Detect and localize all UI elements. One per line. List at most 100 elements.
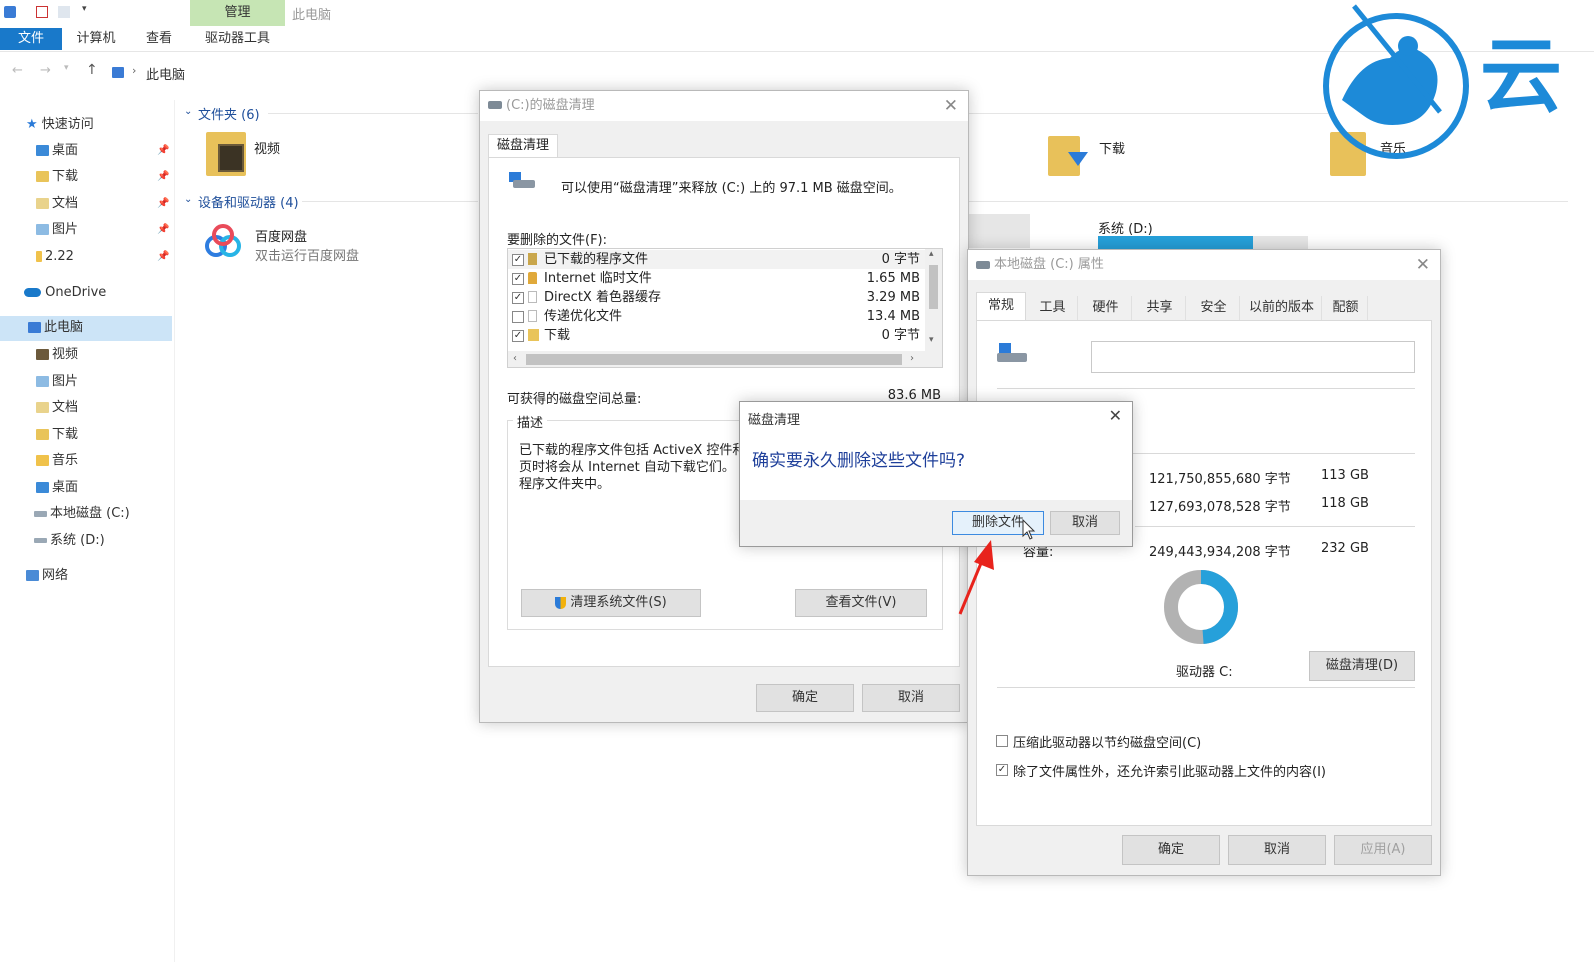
ok-button[interactable]: 确定 — [1122, 835, 1220, 865]
nav-pc-pictures[interactable]: 图片 — [36, 370, 78, 394]
computer-icon[interactable] — [4, 6, 16, 18]
up-icon[interactable]: ↑ — [86, 62, 98, 78]
close-icon[interactable]: ✕ — [1109, 406, 1122, 425]
cancel-button[interactable]: 取消 — [862, 684, 960, 712]
ok-button[interactable]: 确定 — [756, 684, 854, 712]
nav-this-pc[interactable]: 此电脑 — [28, 316, 83, 340]
nav-label: 下载 — [52, 427, 79, 442]
nav-item-222[interactable]: 2.22 — [36, 245, 74, 269]
drive-name-input[interactable] — [1091, 341, 1415, 373]
pin-icon[interactable]: 📌 — [157, 198, 169, 209]
chevron-up-icon[interactable]: ▴ — [929, 249, 934, 259]
nav-label: 图片 — [52, 222, 79, 237]
checkbox[interactable] — [512, 311, 524, 323]
file-name[interactable]: DirectX 着色器缓存 — [544, 288, 661, 307]
tab-sharing[interactable]: 共享 — [1134, 296, 1186, 320]
file-name[interactable]: 传递优化文件 — [544, 307, 622, 326]
dialog-title[interactable]: 磁盘清理 — [748, 409, 800, 428]
file-name[interactable]: Internet 临时文件 — [544, 269, 652, 288]
nav-pc-drive-d[interactable]: 系统 (D:) — [34, 529, 105, 553]
navigation-pane: ★ 快速访问 桌面 📌 下载 📌 文档 📌 图片 📌 2.22 📌 OneDri… — [0, 100, 175, 962]
nav-pc-desktop[interactable]: 桌面 — [36, 476, 78, 500]
checkbox[interactable]: ✓ — [512, 292, 524, 304]
manage-tab[interactable]: 管理 — [190, 0, 285, 26]
tab-security[interactable]: 安全 — [1188, 296, 1240, 320]
nav-item-desktop[interactable]: 桌面 — [36, 139, 78, 163]
file-name[interactable]: 已下载的程序文件 — [544, 250, 648, 269]
back-icon[interactable]: ← — [12, 63, 23, 78]
knight-logo-icon — [1323, 4, 1469, 159]
nav-pc-documents[interactable]: 文档 — [36, 396, 78, 420]
close-icon[interactable]: ✕ — [944, 91, 958, 121]
nav-network[interactable]: 网络 — [26, 564, 68, 588]
tab-general[interactable]: 常规 — [976, 292, 1026, 320]
pin-icon[interactable]: 📌 — [157, 224, 169, 235]
view-files-button[interactable]: 查看文件(V) — [795, 589, 927, 617]
pin-icon[interactable]: 📌 — [157, 251, 169, 262]
folder-label-videos[interactable]: 视频 — [254, 138, 280, 157]
clean-system-files-button[interactable]: 清理系统文件(S) — [521, 589, 701, 617]
scroll-thumb[interactable] — [929, 265, 938, 309]
chevron-right-icon[interactable]: › — [910, 353, 914, 364]
tab-drive-tools[interactable]: 驱动器工具 — [190, 28, 285, 50]
tab-previous-versions[interactable]: 以前的版本 — [1242, 296, 1322, 320]
downloads-folder-icon[interactable] — [1048, 132, 1088, 176]
chevron-down-icon[interactable]: ⌄ — [184, 106, 192, 117]
tab-tools[interactable]: 工具 — [1028, 296, 1078, 320]
disk-cleanup-button[interactable]: 磁盘清理(D) — [1309, 651, 1415, 681]
checkbox[interactable]: ✓ — [512, 254, 524, 266]
scroll-thumb[interactable] — [526, 354, 902, 365]
nav-pc-music[interactable]: 音乐 — [36, 449, 78, 473]
baidu-netdisk-icon[interactable] — [202, 222, 244, 264]
nav-pc-downloads[interactable]: 下载 — [36, 423, 78, 447]
checkbox[interactable]: ✓ — [996, 764, 1008, 776]
new-folder-icon[interactable] — [58, 6, 70, 18]
group-header-devices[interactable]: 设备和驱动器 (4) — [198, 192, 299, 211]
checkbox[interactable]: ✓ — [512, 273, 524, 285]
recent-dropdown-icon[interactable]: ▾ — [64, 63, 69, 73]
tab-file[interactable]: 文件 — [0, 28, 62, 50]
chevron-down-icon[interactable]: ▾ — [929, 335, 934, 345]
group-header-folders[interactable]: 文件夹 (6) — [198, 104, 260, 123]
file-name[interactable]: 下载 — [544, 326, 570, 345]
cancel-button[interactable]: 取消 — [1228, 835, 1326, 865]
qat-dropdown-icon[interactable]: ▾ — [82, 4, 87, 14]
tab-computer[interactable]: 计算机 — [68, 28, 124, 50]
chevron-down-icon[interactable]: ⌄ — [184, 194, 192, 205]
tab-quota[interactable]: 配额 — [1324, 296, 1368, 320]
drive-d-label[interactable]: 系统 (D:) — [1098, 218, 1153, 237]
nav-pc-drive-c[interactable]: 本地磁盘 (C:) — [34, 502, 130, 526]
window-titlebar[interactable]: 本地磁盘 (C:) 属性 — [968, 250, 1440, 280]
pictures-folder-icon — [36, 376, 49, 387]
nav-item-downloads[interactable]: 下载 — [36, 165, 78, 189]
checkbox[interactable]: ✓ — [512, 330, 524, 342]
apply-button[interactable]: 应用(A) — [1334, 835, 1432, 865]
close-icon[interactable]: ✕ — [1416, 250, 1430, 280]
video-folder-icon[interactable] — [206, 132, 246, 176]
folder-label-downloads[interactable]: 下载 — [1099, 138, 1125, 157]
index-label[interactable]: 除了文件属性外，还允许索引此驱动器上文件的内容(I) — [1013, 761, 1326, 780]
checkbox[interactable] — [996, 735, 1008, 747]
breadcrumb[interactable]: 此电脑 — [146, 64, 185, 83]
pin-icon[interactable]: 📌 — [157, 145, 169, 156]
horizontal-scrollbar[interactable]: ‹ › — [508, 351, 942, 367]
chevron-left-icon[interactable]: ‹ — [513, 353, 517, 364]
tab-view[interactable]: 查看 — [138, 28, 180, 50]
nav-pc-videos[interactable]: 视频 — [36, 343, 78, 367]
nav-quick-access[interactable]: ★ 快速访问 — [26, 113, 94, 137]
tab-hardware[interactable]: 硬件 — [1080, 296, 1132, 320]
cleanup-app-icon — [488, 101, 502, 109]
forward-icon[interactable]: → — [40, 63, 51, 78]
pin-icon[interactable]: 📌 — [157, 171, 169, 182]
files-list[interactable]: ✓ 已下载的程序文件 0 字节 ✓ Internet 临时文件 1.65 MB … — [507, 248, 943, 368]
properties-icon[interactable] — [36, 6, 48, 18]
vertical-scrollbar[interactable]: ▴ ▾ — [925, 249, 942, 351]
compress-label[interactable]: 压缩此驱动器以节约磁盘空间(C) — [1013, 732, 1201, 751]
nav-item-documents[interactable]: 文档 — [36, 192, 78, 216]
cancel-button[interactable]: 取消 — [1050, 511, 1120, 535]
tab-disk-cleanup[interactable]: 磁盘清理 — [488, 134, 558, 158]
nav-onedrive[interactable]: OneDrive — [24, 281, 106, 305]
nav-item-pictures[interactable]: 图片 — [36, 218, 78, 242]
baidu-name[interactable]: 百度网盘 — [255, 226, 307, 245]
window-titlebar[interactable]: (C:)的磁盘清理 — [480, 91, 968, 121]
